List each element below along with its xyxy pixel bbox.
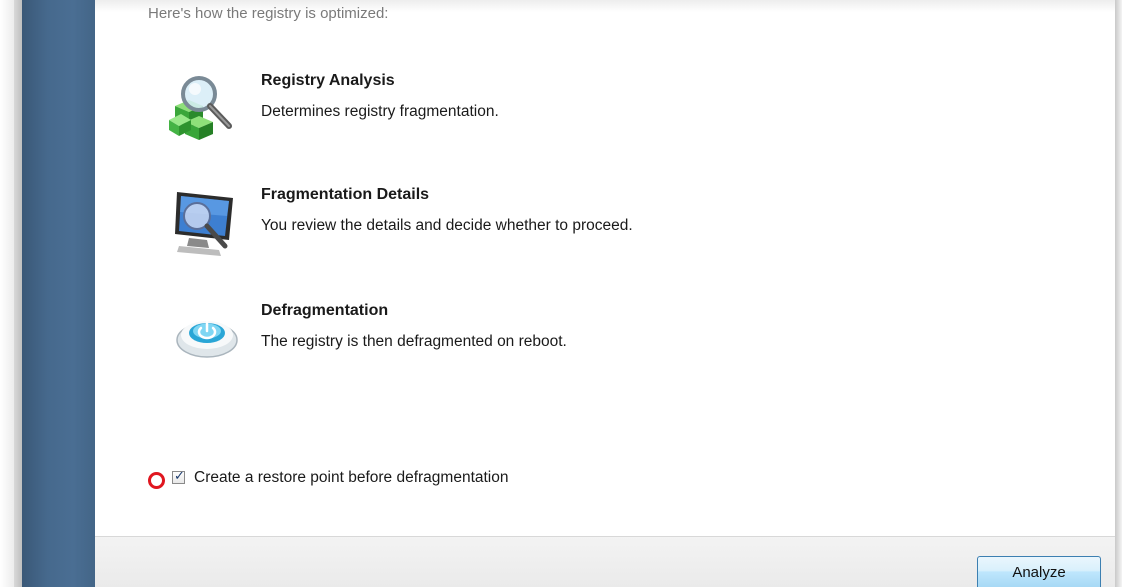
step-title: Defragmentation [261, 302, 389, 319]
restore-point-label[interactable]: Create a restore point before defragment… [194, 469, 509, 487]
footer-bar [95, 536, 1115, 587]
wizard-window: Here's how the registry is optimized: Re… [0, 0, 1122, 587]
step-description: You review the details and decide whethe… [261, 217, 633, 234]
step-description: The registry is then defragmented on reb… [261, 333, 567, 350]
step-registry-analysis: Registry Analysis Determines registry fr… [163, 72, 783, 152]
step-title: Fragmentation Details [261, 186, 430, 203]
fragmentation-details-monitor-icon [163, 186, 243, 266]
step-fragmentation-details: Fragmentation Details You review the det… [163, 186, 783, 266]
analyze-button[interactable]: Analyze [977, 556, 1101, 587]
window-border-right [1115, 0, 1122, 587]
step-description: Determines registry fragmentation. [261, 103, 499, 120]
window-shadow-left [0, 0, 14, 587]
restore-point-row: ✓ Create a restore point before defragme… [148, 469, 648, 491]
registry-analysis-icon [163, 72, 243, 152]
defragmentation-power-icon [163, 302, 243, 382]
window-border-left [14, 0, 22, 587]
sidebar-panel [22, 0, 95, 587]
step-defragmentation: Defragmentation The registry is then def… [163, 302, 783, 382]
step-title: Registry Analysis [261, 72, 395, 89]
checkmark-icon: ✓ [174, 469, 185, 484]
annotation-circle-marker [148, 472, 165, 489]
restore-point-checkbox[interactable]: ✓ [172, 469, 185, 484]
intro-text: Here's how the registry is optimized: [148, 5, 389, 22]
